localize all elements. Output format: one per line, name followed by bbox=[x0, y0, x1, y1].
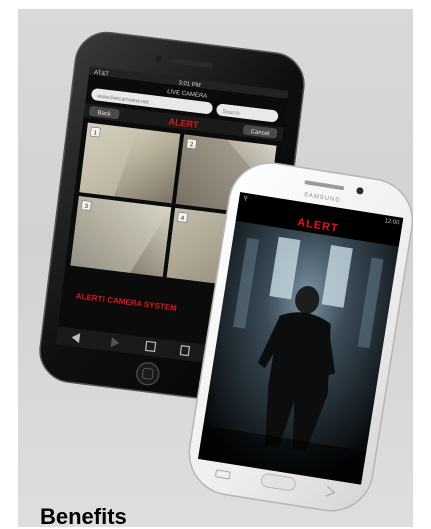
background-panel: AT&T 3:01 PM LIVE CAMERA www.livecamview… bbox=[18, 9, 413, 527]
phones-illustration: AT&T 3:01 PM LIVE CAMERA www.livecamview… bbox=[39, 31, 413, 512]
benefits-heading: Benefits bbox=[40, 504, 127, 529]
